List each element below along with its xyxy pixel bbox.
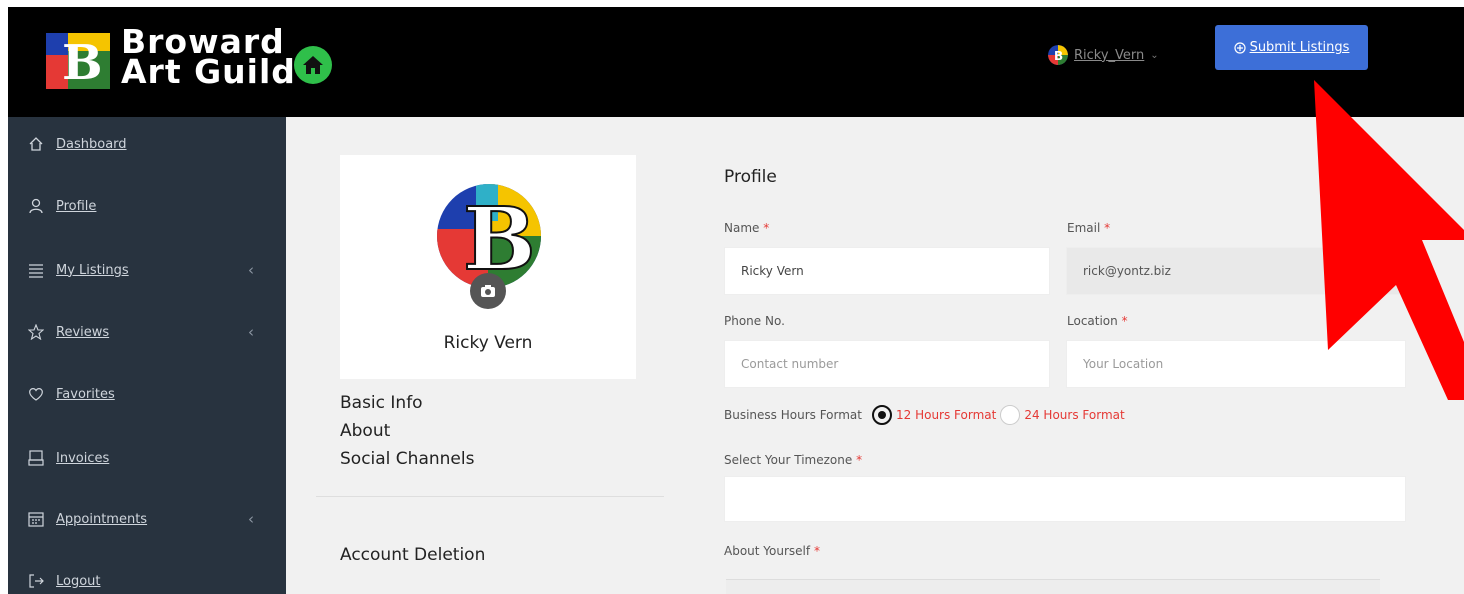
required-mark: * bbox=[1121, 314, 1128, 328]
svg-text:B: B bbox=[1054, 49, 1063, 63]
about-label-text: About Yourself bbox=[724, 544, 811, 558]
phone-placeholder: Contact number bbox=[741, 357, 839, 371]
sidebar-item-logout[interactable]: Logout bbox=[28, 566, 258, 594]
name-label: Name * bbox=[724, 221, 769, 235]
required-mark: * bbox=[813, 544, 820, 558]
about-label: About Yourself * bbox=[724, 544, 820, 558]
divider bbox=[316, 496, 664, 497]
location-placeholder: Your Location bbox=[1083, 357, 1164, 371]
link-about[interactable]: About bbox=[340, 417, 474, 445]
avatar: B bbox=[1048, 45, 1068, 65]
brand-logo-icon[interactable]: B bbox=[46, 33, 110, 89]
phone-label-text: Phone No. bbox=[724, 314, 785, 328]
name-label-text: Name bbox=[724, 221, 760, 235]
editor-toolbar[interactable] bbox=[726, 579, 1380, 594]
sidebar-item-reviews[interactable]: Reviews ‹ bbox=[28, 317, 258, 347]
phone-field[interactable]: Contact number bbox=[724, 340, 1050, 388]
brand-name[interactable]: Broward Art Guild bbox=[121, 25, 296, 91]
business-hours-format: Business Hours Format 12 Hours Format 24… bbox=[724, 405, 1125, 425]
chevron-left-icon[interactable]: ‹ bbox=[248, 323, 254, 341]
home-icon[interactable] bbox=[293, 45, 333, 85]
svg-text:B: B bbox=[463, 189, 536, 290]
sidebar-item-label: Favorites bbox=[56, 386, 115, 402]
required-mark: * bbox=[763, 221, 770, 235]
name-field[interactable]: Ricky Vern bbox=[724, 247, 1050, 295]
radio-12-hours[interactable] bbox=[872, 405, 892, 425]
logout-icon bbox=[28, 572, 54, 590]
profile-name: Ricky Vern bbox=[443, 333, 533, 353]
annotation-arrow-icon bbox=[1314, 80, 1464, 400]
timezone-label-text: Select Your Timezone bbox=[724, 453, 853, 467]
invoice-icon bbox=[28, 449, 54, 467]
location-label: Location * bbox=[1067, 314, 1128, 328]
chevron-left-icon[interactable]: ‹ bbox=[248, 510, 254, 528]
sidebar-item-label: Profile bbox=[56, 198, 97, 214]
timezone-label: Select Your Timezone * bbox=[724, 453, 862, 467]
sidebar-item-label: My Listings bbox=[56, 262, 129, 278]
submit-listings-label: Submit Listings bbox=[1249, 40, 1350, 55]
sidebar-item-appointments[interactable]: Appointments ‹ bbox=[28, 504, 258, 534]
chevron-left-icon[interactable]: ‹ bbox=[248, 261, 254, 279]
link-basic-info[interactable]: Basic Info bbox=[340, 389, 474, 417]
sidebar-item-label: Appointments bbox=[56, 511, 148, 527]
sidebar: Dashboard Profile My Listings ‹ Reviews … bbox=[8, 117, 286, 594]
email-label-text: Email bbox=[1067, 221, 1101, 235]
top-header: B Broward Art Guild B Ricky_Vern ⌄ Submi… bbox=[8, 7, 1464, 117]
form-title: Profile bbox=[724, 167, 777, 187]
sidebar-item-profile[interactable]: Profile bbox=[28, 191, 258, 221]
radio-24-hours-label[interactable]: 24 Hours Format bbox=[1024, 408, 1124, 422]
radio-12-hours-label[interactable]: 12 Hours Format bbox=[896, 408, 996, 422]
required-mark: * bbox=[856, 453, 863, 467]
required-mark: * bbox=[1104, 221, 1111, 235]
radio-24-hours[interactable] bbox=[1000, 405, 1021, 425]
sidebar-item-dashboard[interactable]: Dashboard bbox=[28, 129, 258, 159]
heart-icon bbox=[28, 385, 54, 403]
calendar-icon bbox=[28, 510, 54, 528]
email-value: rick@yontz.biz bbox=[1083, 264, 1171, 278]
plus-circle-icon bbox=[1233, 41, 1246, 54]
location-label-text: Location bbox=[1067, 314, 1118, 328]
phone-label: Phone No. bbox=[724, 314, 785, 328]
link-social-channels[interactable]: Social Channels bbox=[340, 445, 474, 473]
submit-listings-button[interactable]: Submit Listings bbox=[1215, 25, 1368, 70]
brand-line-2: Art Guild bbox=[121, 52, 296, 91]
sidebar-item-label: Reviews bbox=[56, 324, 110, 340]
link-account-deletion[interactable]: Account Deletion bbox=[340, 545, 485, 565]
list-icon bbox=[28, 261, 54, 279]
name-value: Ricky Vern bbox=[741, 264, 804, 278]
profile-card: B Ricky Vern bbox=[340, 155, 636, 379]
svg-text:B: B bbox=[62, 35, 103, 89]
user-icon bbox=[28, 197, 54, 215]
sidebar-item-label: Invoices bbox=[56, 450, 110, 466]
chevron-down-icon[interactable]: ⌄ bbox=[1150, 50, 1158, 61]
hours-format-label: Business Hours Format bbox=[724, 408, 862, 422]
home-icon bbox=[28, 135, 54, 153]
sidebar-item-invoices[interactable]: Invoices bbox=[28, 443, 258, 473]
main-content: B Ricky Vern Basic Info About Social Cha… bbox=[286, 117, 1464, 594]
sidebar-item-label: Logout bbox=[56, 573, 101, 589]
sidebar-item-label: Dashboard bbox=[56, 136, 127, 152]
sidebar-item-my-listings[interactable]: My Listings ‹ bbox=[28, 255, 258, 285]
timezone-select[interactable] bbox=[724, 476, 1406, 522]
profile-section-links: Basic Info About Social Channels bbox=[340, 389, 474, 473]
user-menu[interactable]: B Ricky_Vern ⌄ bbox=[1048, 41, 1159, 69]
star-icon bbox=[28, 323, 54, 341]
email-label: Email * bbox=[1067, 221, 1110, 235]
user-name[interactable]: Ricky_Vern bbox=[1074, 48, 1144, 63]
camera-icon[interactable] bbox=[470, 273, 506, 309]
sidebar-item-favorites[interactable]: Favorites bbox=[28, 379, 258, 409]
